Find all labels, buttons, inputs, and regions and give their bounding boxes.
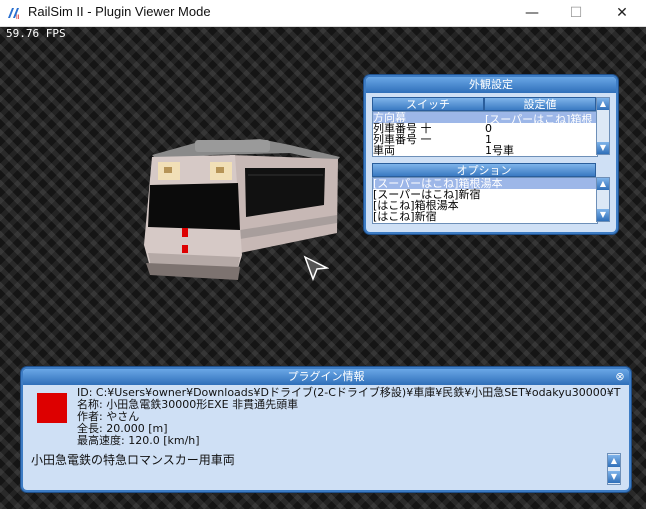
switch-list-scrollbar[interactable]: ▲ ▼ bbox=[596, 97, 610, 155]
close-button[interactable]: ✕ bbox=[600, 0, 644, 26]
description-scrollbar[interactable]: ▲ ▼ bbox=[607, 453, 621, 485]
scroll-down-icon[interactable]: ▼ bbox=[608, 471, 620, 483]
plugin-id: ID: C:¥Users¥owner¥Downloads¥Dドライブ(2-Cドラ… bbox=[77, 386, 621, 399]
fps-counter: 59.76 FPS bbox=[6, 27, 66, 40]
scroll-up-icon[interactable]: ▲ bbox=[597, 98, 609, 110]
maximize-button[interactable]: ☐ bbox=[554, 0, 598, 26]
appearance-panel-title: 外観設定 bbox=[366, 77, 616, 93]
options-header: オプション bbox=[372, 163, 596, 177]
plugin-max-speed: 最高速度: 120.0 [km/h] bbox=[77, 434, 200, 447]
switch-column-header[interactable]: スイッチ bbox=[372, 97, 484, 111]
switch-row-car[interactable]: 車両 1号車 bbox=[373, 145, 597, 156]
svg-text:II: II bbox=[16, 14, 20, 21]
plugin-description: 小田急電鉄の特急ロマンスカー用車両 bbox=[31, 453, 235, 467]
option-item[interactable]: [はこね]新宿 bbox=[373, 211, 597, 222]
window-title: RailSim II - Plugin Viewer Mode bbox=[28, 4, 211, 19]
appearance-settings-panel: 外観設定 スイッチ 設定値 方向幕 [スーパーはこね]箱根 列車番号 十0 列車番… bbox=[364, 75, 618, 234]
scroll-down-icon[interactable]: ▼ bbox=[597, 209, 609, 221]
minimize-button[interactable]: — bbox=[510, 0, 554, 26]
railsim-app-icon: II bbox=[6, 5, 22, 21]
switch-list[interactable]: 方向幕 [スーパーはこね]箱根 列車番号 十0 列車番号 一1 車両 1号車 bbox=[372, 111, 598, 157]
options-list[interactable]: [スーパーはこね]箱根湯本 [スーパーはこね]新宿 [はこね]箱根湯本 [はこね… bbox=[372, 177, 598, 224]
plugin-author: 作者: やさん bbox=[77, 410, 140, 423]
scroll-up-icon[interactable]: ▲ bbox=[608, 455, 620, 467]
plugin-info-panel: プラグイン情報 ⊗ ID: C:¥Users¥owner¥Downloads¥D… bbox=[21, 367, 631, 492]
options-list-scrollbar[interactable]: ▲ ▼ bbox=[596, 177, 610, 222]
switch-value: [スーパーはこね]箱根 bbox=[485, 113, 593, 126]
value-column-header[interactable]: 設定値 bbox=[484, 97, 596, 111]
window-titlebar[interactable]: II RailSim II - Plugin Viewer Mode — ☐ ✕ bbox=[0, 0, 646, 27]
plugin-name: 名称: 小田急電鉄30000形EXE 非貫通先頭車 bbox=[77, 398, 299, 411]
plugin-panel-title: プラグイン情報 bbox=[23, 369, 629, 385]
mouse-cursor-icon bbox=[303, 255, 329, 281]
plugin-color-swatch bbox=[37, 393, 67, 423]
plugin-length: 全長: 20.000 [m] bbox=[77, 422, 168, 435]
switch-value: 1号車 bbox=[485, 144, 514, 157]
close-panel-icon[interactable]: ⊗ bbox=[613, 370, 627, 384]
switch-name: 車両 bbox=[373, 144, 395, 157]
scroll-down-icon[interactable]: ▼ bbox=[597, 142, 609, 154]
scroll-up-icon[interactable]: ▲ bbox=[597, 178, 609, 190]
